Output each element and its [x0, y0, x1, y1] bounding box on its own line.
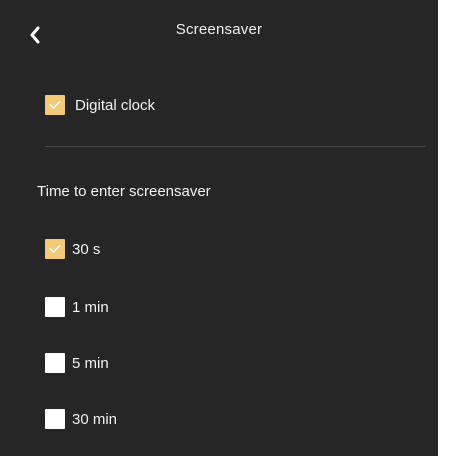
section-heading: Time to enter screensaver: [37, 183, 211, 200]
time-option-label: 5 min: [72, 354, 109, 372]
time-option-checkbox[interactable]: [45, 353, 65, 373]
header: Screensaver: [0, 0, 438, 64]
time-option-checkbox[interactable]: [45, 239, 65, 259]
time-option-label: 30 s: [72, 240, 101, 258]
time-option-checkbox[interactable]: [45, 409, 65, 429]
time-option-5min[interactable]: 5 min: [45, 353, 109, 373]
time-option-label: 30 min: [72, 410, 118, 428]
time-option-30s[interactable]: 30 s: [45, 239, 100, 259]
time-option-30min[interactable]: 30 min: [45, 409, 117, 429]
page-title: Screensaver: [175, 21, 263, 38]
digital-clock-checkbox[interactable]: [45, 95, 65, 115]
divider: [45, 146, 425, 147]
check-icon: [49, 101, 61, 109]
time-option-checkbox[interactable]: [45, 297, 65, 317]
check-icon: [49, 245, 61, 253]
digital-clock-label: Digital clock: [75, 96, 156, 114]
screensaver-screen: Screensaver Digital clock Time to enter …: [0, 0, 438, 456]
digital-clock-option[interactable]: Digital clock: [45, 95, 155, 115]
time-option-1min[interactable]: 1 min: [45, 297, 109, 317]
time-option-label: 1 min: [72, 298, 109, 316]
